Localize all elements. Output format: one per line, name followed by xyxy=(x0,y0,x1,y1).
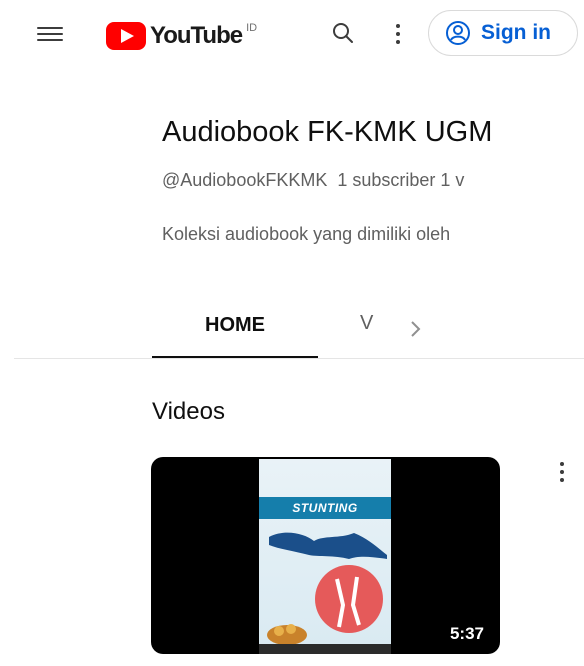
sign-in-button[interactable]: Sign in xyxy=(428,10,578,56)
channel-title: Audiobook FK-KMK UGM xyxy=(162,116,493,148)
youtube-logo[interactable]: YouTube ID xyxy=(106,16,257,56)
more-vert-icon[interactable] xyxy=(388,20,408,48)
user-circle-icon xyxy=(446,21,470,45)
search-icon[interactable] xyxy=(330,20,356,46)
channel-meta: @AudiobookFKKMK 1 subscriber 1 v xyxy=(162,170,464,191)
video-more-icon[interactable] xyxy=(554,458,570,488)
youtube-play-icon xyxy=(106,22,146,50)
video-thumbnail[interactable]: STUNTING 5:37 xyxy=(151,457,500,654)
chevron-right-icon[interactable] xyxy=(404,318,426,340)
logo-text: YouTube xyxy=(150,22,243,49)
tabs-divider xyxy=(14,358,584,359)
section-title: Videos xyxy=(152,398,225,425)
thumbnail-illustration xyxy=(259,532,391,654)
video-count: 1 v xyxy=(440,170,465,190)
sign-in-label: Sign in xyxy=(481,21,551,44)
channel-handle: @AudiobookFKKMK xyxy=(162,170,328,190)
country-code: ID xyxy=(246,22,258,34)
video-duration: 5:37 xyxy=(443,622,490,646)
tab-videos[interactable]: V xyxy=(360,312,373,335)
tab-home[interactable]: HOME xyxy=(152,312,318,359)
subscriber-count: 1 subscriber xyxy=(337,170,436,190)
channel-description[interactable]: Koleksi audiobook yang dimiliki oleh xyxy=(162,224,450,245)
thumbnail-artwork: STUNTING xyxy=(259,459,391,654)
menu-icon[interactable] xyxy=(37,23,63,45)
